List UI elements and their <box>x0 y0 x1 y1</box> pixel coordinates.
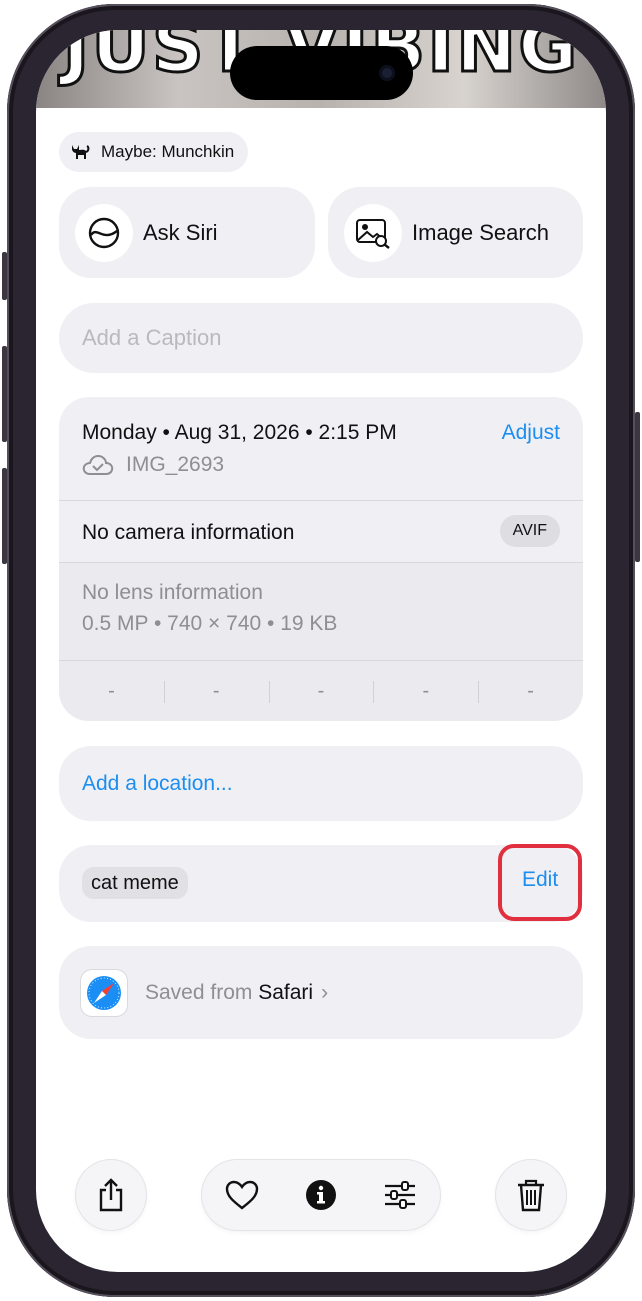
visual-lookup-pill[interactable]: Maybe: Munchkin <box>59 132 249 172</box>
share-button[interactable] <box>76 1160 146 1230</box>
volume-down-button <box>2 468 7 564</box>
image-search-label: Image Search <box>412 219 549 245</box>
adjust-sliders-icon[interactable] <box>383 1180 417 1210</box>
cat-icon <box>72 145 90 159</box>
saved-from-row[interactable]: Saved from Safari › <box>59 946 583 1039</box>
saved-from-prefix: Saved from <box>145 980 259 1004</box>
lens-section: No lens information 0.5 MP • 740 × 740 •… <box>59 563 583 721</box>
exif-value: - <box>163 661 269 721</box>
image-search-icon <box>356 218 390 249</box>
format-badge: AVIF <box>499 515 560 547</box>
icloud-check-icon <box>82 454 114 475</box>
divider <box>59 500 583 501</box>
exif-value: - <box>108 679 115 702</box>
image-specs: 0.5 MP • 740 × 740 • 19 KB <box>82 612 338 635</box>
delete-button[interactable] <box>496 1160 566 1230</box>
chevron-right-icon: › <box>321 980 329 1004</box>
action-button <box>2 252 7 300</box>
caption-placeholder: Add a Caption <box>82 325 222 350</box>
photo-info-card: Monday • Aug 31, 2026 • 2:15 PM Adjust I… <box>59 397 583 721</box>
ask-siri-label: Ask Siri <box>143 219 218 245</box>
exif-value: - <box>268 661 374 721</box>
adjust-date-button[interactable]: Adjust <box>502 421 560 445</box>
volume-up-button <box>2 346 7 442</box>
ask-siri-button[interactable]: Ask Siri <box>59 187 315 278</box>
photo-date: Monday • Aug 31, 2026 • 2:15 PM <box>82 421 397 444</box>
siri-icon <box>88 217 120 248</box>
source-app-name: Safari <box>258 980 314 1004</box>
filename: IMG_2693 <box>126 453 225 476</box>
share-icon <box>99 1178 123 1212</box>
exif-row: - - - - - <box>59 661 583 721</box>
safari-app-icon <box>81 969 127 1016</box>
info-icon[interactable] <box>305 1179 337 1211</box>
add-location-label: Add a location... <box>82 771 233 795</box>
filename-row: IMG_2693 <box>82 453 224 477</box>
caption-field[interactable]: Add a Caption <box>59 303 583 373</box>
tag-chip[interactable]: cat meme <box>82 867 188 899</box>
image-search-icon-wrap <box>344 203 402 262</box>
exif-value: - <box>373 661 478 721</box>
ask-siri-icon-wrap <box>75 203 133 262</box>
heart-icon[interactable] <box>225 1180 259 1210</box>
lens-info: No lens information <box>82 581 263 604</box>
edit-tags-button[interactable]: Edit <box>522 868 558 892</box>
image-search-button[interactable]: Image Search <box>328 187 583 278</box>
photo-toolbar <box>202 1160 440 1230</box>
side-button <box>635 412 640 562</box>
screen: JUST VIBING Maybe: Munchkin Ask Siri Ima… <box>36 30 606 1272</box>
front-camera <box>379 65 395 81</box>
visual-lookup-label: Maybe: Munchkin <box>101 142 235 161</box>
exif-value: - <box>478 661 583 721</box>
dynamic-island <box>230 46 413 100</box>
camera-info: No camera information <box>82 521 295 544</box>
trash-icon <box>518 1179 544 1212</box>
saved-from-text: Saved from Safari <box>145 981 313 1005</box>
add-location-button[interactable]: Add a location... <box>59 746 583 821</box>
safari-icon <box>87 975 121 1010</box>
